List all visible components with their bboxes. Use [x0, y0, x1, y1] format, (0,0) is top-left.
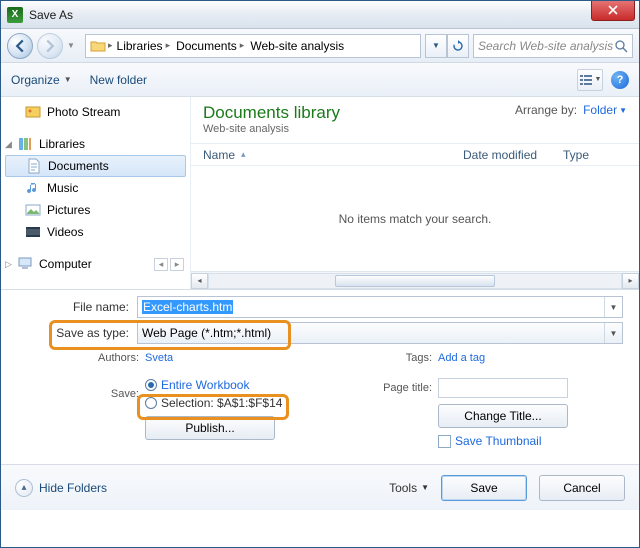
search-icon	[614, 39, 628, 53]
column-headers[interactable]: Name ▴ Date modified Type	[191, 144, 639, 166]
save-radio-label: Save:	[77, 388, 145, 400]
content-pane: Documents library Web-site analysis Arra…	[191, 97, 639, 289]
hide-folders-button[interactable]: ▴ Hide Folders	[15, 479, 107, 497]
tree-scroll-right[interactable]: ▸	[170, 258, 184, 271]
pagetitle-input[interactable]	[438, 378, 568, 398]
view-options-button[interactable]: ▼	[577, 69, 603, 91]
path-dropdown[interactable]: ▼	[425, 34, 447, 58]
photo-icon	[25, 104, 41, 120]
publish-button[interactable]: Publish...	[145, 416, 275, 440]
breadcrumb-documents[interactable]: Documents	[176, 39, 237, 53]
radio-unselected-icon	[145, 397, 157, 409]
radio-selection[interactable]: Selection: $A$1:$F$14	[145, 396, 282, 410]
tree-computer[interactable]: ▷ Computer ◂ ▸	[1, 253, 190, 275]
cancel-button[interactable]: Cancel	[539, 475, 625, 501]
scroll-thumb[interactable]	[335, 275, 495, 287]
library-title: Documents library	[203, 103, 340, 123]
tree-videos[interactable]: Videos	[1, 221, 190, 243]
savetype-chevron[interactable]: ▼	[604, 323, 622, 343]
breadcrumb-libraries[interactable]: Libraries	[117, 39, 163, 53]
footer: ▴ Hide Folders Tools ▼ Save Cancel	[1, 464, 639, 510]
authors-label: Authors:	[77, 352, 145, 364]
save-form: File name: Excel-charts.htm ▼ Save as ty…	[1, 289, 639, 464]
sort-asc-icon: ▴	[241, 149, 246, 160]
empty-message: No items match your search.	[191, 166, 639, 271]
navbar: ▼ ▸ Libraries▸ Documents▸ Web-site analy…	[1, 29, 639, 63]
filename-input[interactable]: Excel-charts.htm ▼	[137, 296, 623, 318]
filename-label: File name:	[17, 300, 137, 314]
breadcrumb-current[interactable]: Web-site analysis	[250, 39, 344, 53]
history-dropdown[interactable]: ▼	[67, 41, 81, 50]
refresh-button[interactable]	[447, 34, 469, 58]
close-button[interactable]	[591, 1, 635, 21]
pictures-icon	[25, 202, 41, 218]
music-icon	[25, 180, 41, 196]
tags-label: Tags:	[370, 352, 438, 364]
folder-icon	[90, 38, 106, 54]
change-title-button[interactable]: Change Title...	[438, 404, 568, 428]
column-type[interactable]: Type	[563, 148, 589, 162]
library-subtitle: Web-site analysis	[203, 123, 340, 135]
documents-icon	[26, 158, 42, 174]
save-as-dialog: X Save As ▼ ▸ Libraries▸ Documents▸ Web-…	[0, 0, 640, 548]
organize-button[interactable]: Organize ▼	[11, 73, 72, 87]
save-thumbnail-checkbox[interactable]: Save Thumbnail	[438, 434, 542, 448]
libraries-icon	[17, 136, 33, 152]
scroll-right-button[interactable]: ▸	[622, 273, 639, 289]
forward-button[interactable]	[37, 33, 63, 59]
search-placeholder: Search Web-site analysis	[478, 39, 613, 53]
savetype-dropdown[interactable]: Web Page (*.htm;*.html) ▼	[137, 322, 623, 344]
checkbox-icon	[438, 435, 451, 448]
arrange-by-dropdown[interactable]: Folder ▼	[583, 103, 627, 117]
savetype-label: Save as type:	[17, 326, 137, 340]
tools-dropdown[interactable]: Tools ▼	[389, 481, 429, 495]
column-date[interactable]: Date modified	[463, 148, 563, 162]
window-title: Save As	[29, 8, 73, 22]
search-input[interactable]: Search Web-site analysis	[473, 34, 633, 58]
filename-dropdown[interactable]: ▼	[604, 297, 622, 317]
pagetitle-label: Page title:	[370, 382, 438, 394]
horizontal-scrollbar[interactable]: ◂ ▸	[191, 271, 639, 289]
help-button[interactable]: ?	[611, 71, 629, 89]
videos-icon	[25, 224, 41, 240]
tags-value[interactable]: Add a tag	[438, 352, 485, 364]
new-folder-button[interactable]: New folder	[90, 73, 147, 87]
breadcrumb[interactable]: ▸ Libraries▸ Documents▸ Web-site analysi…	[85, 34, 421, 58]
chevron-right-icon: ▷	[5, 259, 12, 270]
chevron-up-icon: ▴	[15, 479, 33, 497]
radio-selected-icon	[145, 379, 157, 391]
radio-entire-workbook[interactable]: Entire Workbook	[145, 378, 282, 392]
arrange-by-label: Arrange by:	[515, 103, 577, 117]
tree-documents[interactable]: Documents	[5, 155, 186, 177]
tree-scroll-left[interactable]: ◂	[154, 258, 168, 271]
excel-icon: X	[7, 7, 23, 23]
authors-value[interactable]: Sveta	[145, 352, 173, 364]
body: Photo Stream ◢ Libraries Documents Music…	[1, 97, 639, 289]
toolbar: Organize ▼ New folder ▼ ?	[1, 63, 639, 97]
tree-photo-stream[interactable]: Photo Stream	[1, 101, 190, 123]
scroll-left-button[interactable]: ◂	[191, 273, 208, 289]
save-button[interactable]: Save	[441, 475, 527, 501]
tree-pictures[interactable]: Pictures	[1, 199, 190, 221]
titlebar: X Save As	[1, 1, 639, 29]
tree-music[interactable]: Music	[1, 177, 190, 199]
tree-libraries[interactable]: ◢ Libraries	[1, 133, 190, 155]
column-name[interactable]: Name	[203, 148, 235, 162]
computer-icon	[17, 256, 33, 272]
nav-tree: Photo Stream ◢ Libraries Documents Music…	[1, 97, 191, 289]
chevron-down-icon: ◢	[5, 139, 12, 150]
back-button[interactable]	[7, 33, 33, 59]
